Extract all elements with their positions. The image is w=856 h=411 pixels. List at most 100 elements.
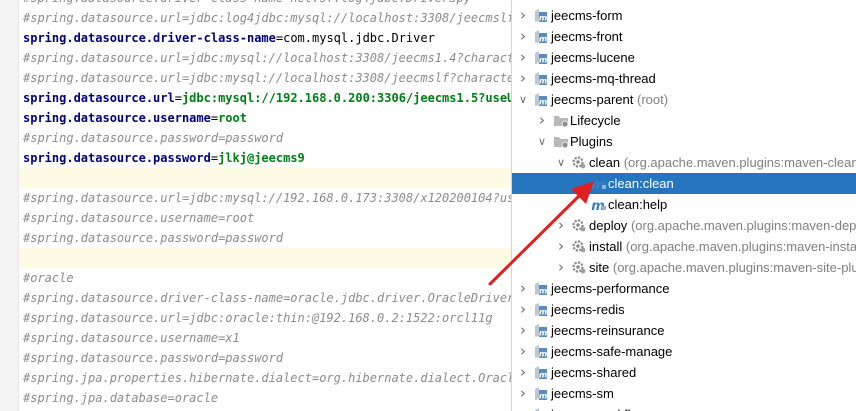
chevron-right-icon[interactable]: ›: [517, 47, 529, 68]
comment-text: #spring.datasource.password=password: [23, 131, 284, 145]
tree-item-label: jeecms-shared: [551, 362, 636, 383]
svg-text:m: m: [591, 178, 605, 191]
tree-row-install[interactable]: › install (org.apache.maven.plugins:maven…: [512, 236, 856, 257]
tree-item-label: Plugins: [570, 131, 613, 152]
maven-goal-icon: m: [591, 197, 606, 214]
maven-module-icon: m: [534, 386, 548, 401]
tree-item-name: site: [589, 260, 610, 275]
blank-line[interactable]: [19, 168, 512, 188]
maven-module-icon: m: [534, 29, 548, 44]
tree-row-site[interactable]: › site (org.apache.maven.plugins:maven-si…: [512, 257, 856, 278]
tree-row-jeecms-parent[interactable]: ∨ m jeecms-parent (root): [512, 89, 856, 110]
tree-row-jeecms-performance[interactable]: › m jeecms-performance: [512, 278, 856, 299]
tree-row-jeecms-reinsurance[interactable]: › m jeecms-reinsurance: [512, 320, 856, 341]
chevron-right-icon[interactable]: ›: [517, 278, 529, 299]
chevron-right-icon[interactable]: ›: [517, 404, 529, 411]
comment-text: #spring.datasource.username=root: [23, 211, 255, 225]
property-line[interactable]: spring.datasource.password=jlkj@jeecms9: [23, 148, 305, 168]
comment-line[interactable]: #spring.datasource.url=jdbc:mysql://loca…: [23, 68, 512, 88]
tree-item-name: clean: [589, 155, 621, 170]
tree-row-jeecms-front[interactable]: › m jeecms-front: [512, 26, 856, 47]
svg-text:m: m: [539, 98, 547, 107]
editor-gutter: [0, 0, 19, 411]
tree-row-clean-help[interactable]: m clean:help: [512, 194, 856, 215]
svg-text:m: m: [539, 14, 547, 23]
tree-item-label: jeecms-sm: [551, 383, 614, 404]
comment-line[interactable]: #spring.datasource.url=jdbc:mysql://192.…: [23, 188, 512, 208]
chevron-right-icon[interactable]: ›: [555, 257, 567, 278]
tree-item-name: deploy: [589, 218, 628, 233]
tree-item-name: jeecms-redis: [551, 302, 625, 317]
chevron-down-icon[interactable]: ∨: [536, 131, 548, 152]
comment-line[interactable]: #spring.datasource.password=password: [23, 228, 283, 248]
maven-projects-tree[interactable]: › m jeecms-form › m jeecms-front › m jeecms-luce…: [512, 0, 856, 411]
tree-row-clean-clean[interactable]: m clean:clean: [512, 173, 856, 194]
tree-row-plugins[interactable]: ∨ Plugins: [512, 131, 856, 152]
tree-row-jeecms-safe-manage[interactable]: › m jeecms-safe-manage: [512, 341, 856, 362]
svg-text:m: m: [539, 392, 547, 401]
tree-row-jeecms-redis[interactable]: › m jeecms-redis: [512, 299, 856, 320]
blank-line[interactable]: [19, 248, 512, 268]
chevron-right-icon[interactable]: ›: [555, 236, 567, 257]
comment-text: #spring.datasource.password=password: [23, 351, 284, 365]
tree-row-jeecms-workflow[interactable]: › mjeecms-workflow: [512, 404, 856, 411]
comment-line[interactable]: #spring.jpa.database=oracle: [23, 388, 218, 408]
chevron-right-icon[interactable]: ›: [517, 383, 529, 404]
tree-row-jeecms-form[interactable]: › m jeecms-form: [512, 5, 856, 26]
tree-item-name: jeecms-form: [551, 8, 623, 23]
tree-item-label: jeecms-form: [551, 5, 623, 26]
property-value: jlkj@jeecms9: [218, 151, 305, 165]
chevron-right-icon[interactable]: ›: [517, 5, 529, 26]
chevron-right-icon[interactable]: ›: [517, 68, 529, 89]
plugin-gear-icon: [572, 155, 586, 170]
comment-line[interactable]: #spring.jpa.properties.hibernate.dialect…: [23, 368, 512, 388]
tree-row-jeecms-shared[interactable]: › m jeecms-shared: [512, 362, 856, 383]
svg-text:m: m: [539, 35, 547, 44]
code-editor[interactable]: #spring.datasource.driver-class-name=net…: [0, 0, 512, 411]
maven-module-icon: m: [534, 302, 548, 317]
tree-row-jeecms-sm[interactable]: › m jeecms-sm: [512, 383, 856, 404]
tree-row-clean[interactable]: ∨ clean (org.apache.maven.plugins:maven-c…: [512, 152, 856, 173]
comment-text: #oracle: [23, 271, 74, 285]
comment-line[interactable]: #spring.datasource.driver-class-name=ora…: [23, 288, 512, 308]
tree-row-jeecms-lucene[interactable]: › m jeecms-lucene: [512, 47, 856, 68]
tree-item-name: jeecms-mq-thread: [551, 71, 656, 86]
comment-line[interactable]: #spring.datasource.url=jdbc:mysql://loca…: [23, 48, 512, 68]
comment-line[interactable]: #spring.datasource.password=password: [23, 128, 283, 148]
property-line[interactable]: spring.datasource.driver-class-name=com.…: [23, 28, 435, 48]
chevron-down-icon[interactable]: ∨: [517, 89, 529, 110]
comment-text: #spring.datasource.username=x1: [23, 331, 240, 345]
chevron-down-icon[interactable]: ∨: [555, 152, 567, 173]
chevron-right-icon[interactable]: ›: [555, 215, 567, 236]
chevron-right-icon[interactable]: ›: [536, 110, 548, 131]
svg-text:m: m: [539, 350, 547, 359]
comment-line[interactable]: #spring.datasource.url=jdbc:log4jdbc:mys…: [23, 8, 512, 28]
comment-line[interactable]: #spring.datasource.driver-class-name=net…: [23, 0, 471, 8]
chevron-right-icon[interactable]: ›: [517, 26, 529, 47]
tree-row-deploy[interactable]: › deploy (org.apache.maven.plugins:maven-…: [512, 215, 856, 236]
tree-row-lifecycle[interactable]: › Lifecycle: [512, 110, 856, 131]
chevron-right-icon[interactable]: ›: [517, 362, 529, 383]
tree-item-name: jeecms-sm: [551, 386, 614, 401]
chevron-right-icon[interactable]: ›: [517, 320, 529, 341]
tree-item-suffix: (root): [637, 92, 669, 107]
maven-module-icon: m: [534, 365, 548, 380]
svg-text:m: m: [539, 287, 547, 296]
tree-item-name: Plugins: [570, 134, 613, 149]
tree-item-label: jeecms-reinsurance: [551, 320, 664, 341]
comment-line[interactable]: #spring.datasource.password=password: [23, 348, 283, 368]
tree-row-jeecms-mq-thread[interactable]: › m jeecms-mq-thread: [512, 68, 856, 89]
comment-line[interactable]: #spring.datasource.url=jdbc:oracle:thin:…: [23, 308, 493, 328]
comment-line[interactable]: #spring.datasource.username=x1: [23, 328, 240, 348]
svg-text:m: m: [539, 56, 547, 65]
property-line[interactable]: spring.datasource.username=root: [23, 108, 247, 128]
chevron-right-icon[interactable]: ›: [517, 299, 529, 320]
chevron-right-icon[interactable]: ›: [517, 341, 529, 362]
comment-line[interactable]: #oracle: [23, 268, 74, 288]
property-line[interactable]: spring.datasource.url=jdbc:mysql://192.1…: [23, 88, 512, 108]
tree-item-name: clean:clean: [608, 176, 674, 191]
maven-module-icon: m: [534, 92, 548, 107]
comment-line[interactable]: #spring.datasource.username=root: [23, 208, 254, 228]
tree-item-suffix: (org.apache.maven.plugins:maven-dep: [630, 218, 856, 233]
property-key: spring.datasource.username: [23, 111, 211, 125]
